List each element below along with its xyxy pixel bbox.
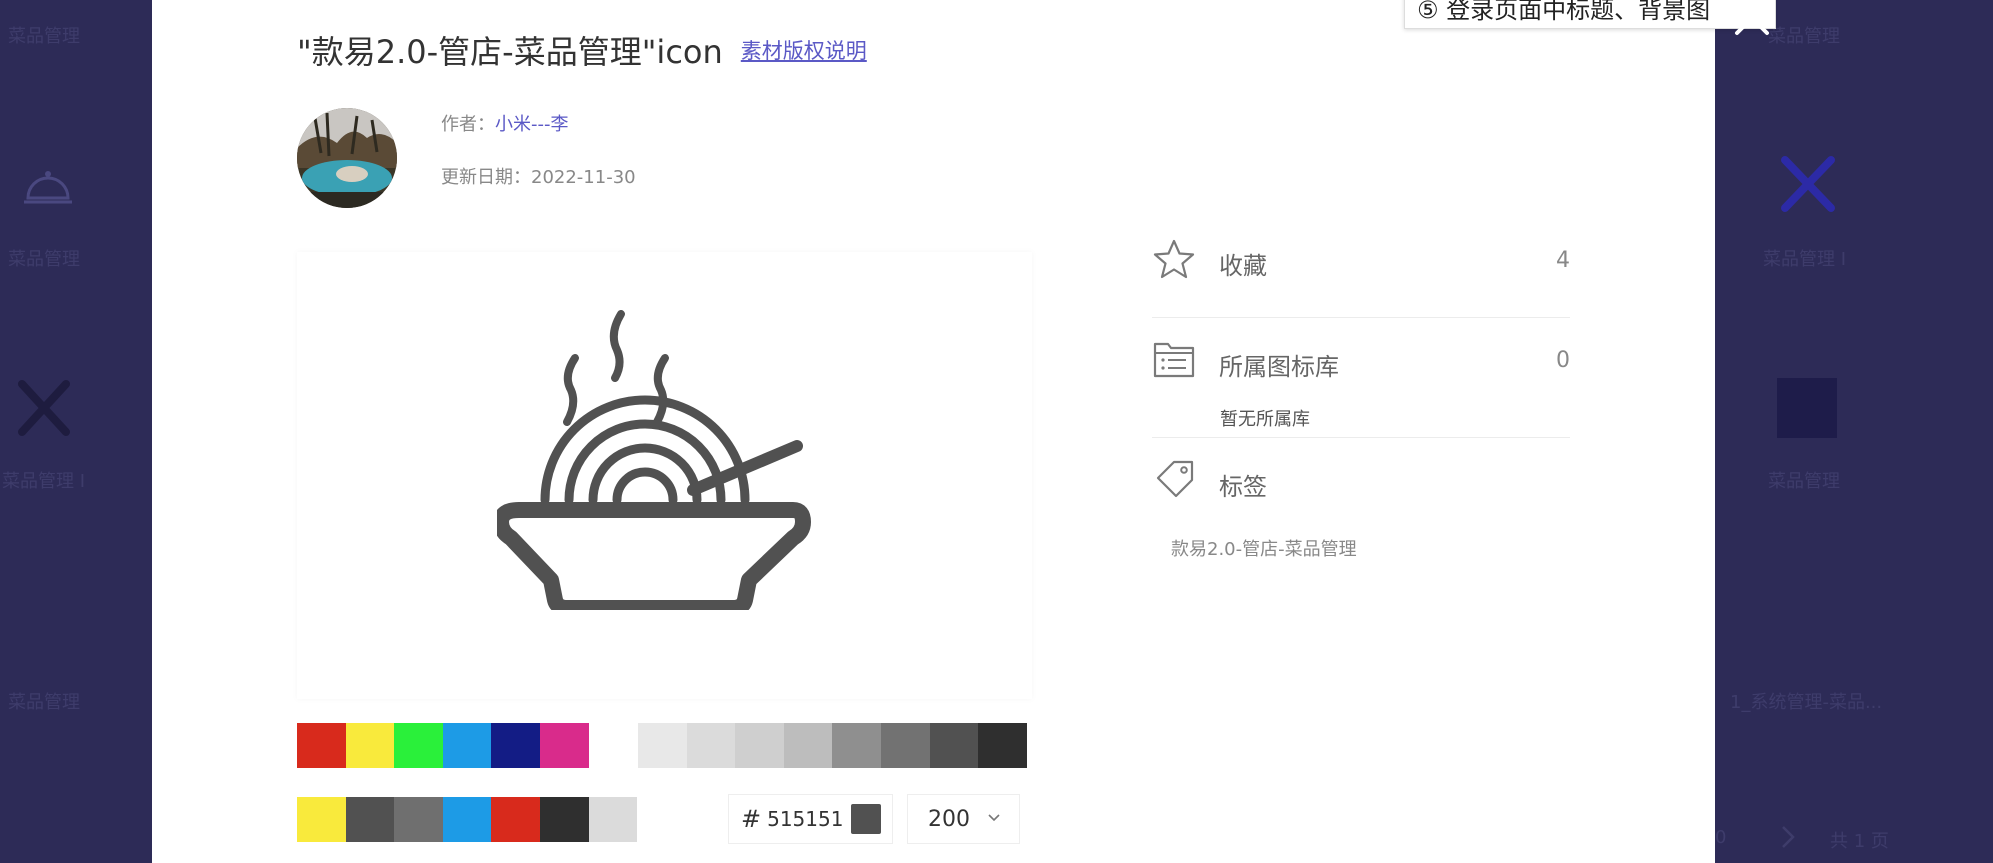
color-swatch[interactable] (735, 723, 784, 768)
date-label: 更新日期： (441, 167, 531, 188)
color-swatch[interactable] (345, 723, 395, 768)
fork-knife-icon (18, 380, 70, 436)
color-swatch[interactable] (394, 723, 443, 768)
author-name-link[interactable]: 小米---李 (495, 114, 569, 135)
divider (1152, 317, 1570, 318)
favorite-row[interactable]: 收藏 4 (1152, 238, 1570, 282)
background-page-left: 菜品管理 菜品管理 菜品管理 I 菜品管理 (0, 0, 152, 863)
library-label: 所属图标库 (1219, 353, 1339, 381)
favorite-count: 4 (1556, 248, 1570, 273)
color-swatch[interactable] (491, 797, 540, 842)
icon-title: "款易2.0-管店-菜品管理"icon (297, 33, 723, 71)
divider (1152, 437, 1570, 438)
chevron-down-icon (988, 814, 1000, 822)
color-swatch[interactable] (394, 797, 443, 842)
title-row: "款易2.0-管店-菜品管理"icon 素材版权说明 (297, 30, 867, 71)
size-select[interactable]: 200 (907, 794, 1020, 844)
floating-tooltip: ⑤ 登录页面中标题、背景图 (1404, 0, 1776, 29)
color-swatch[interactable] (539, 723, 589, 768)
copyright-link[interactable]: 素材版权说明 (741, 35, 867, 65)
bg-item-label: 菜品管理 (1768, 26, 1840, 47)
pager-total: 共 1 页 (1830, 831, 1889, 852)
noodle-bowl-icon (497, 310, 811, 610)
current-color-chip[interactable] (851, 804, 882, 834)
favorite-label: 收藏 (1219, 252, 1267, 280)
preset-colors-saturated (297, 723, 589, 768)
color-swatch[interactable] (929, 723, 979, 768)
fork-knife-icon (1781, 156, 1835, 212)
color-swatch[interactable] (978, 723, 1027, 768)
serving-cloche-icon (24, 171, 72, 204)
hex-color-input-box: # (728, 794, 893, 844)
recent-colors (297, 797, 638, 842)
hash-symbol: # (741, 805, 762, 833)
library-empty-text: 暂无所属库 (1220, 409, 1310, 430)
tag-icon (1156, 460, 1194, 498)
folder-list-icon (1153, 342, 1195, 378)
bg-item-label: 菜品管理 (8, 26, 80, 47)
tags-row: 标签 (1152, 458, 1570, 502)
color-swatch[interactable] (588, 797, 638, 842)
color-swatch[interactable] (442, 797, 492, 842)
bg-item-label: 1_系统管理-菜品... (1730, 692, 1883, 713)
color-swatch[interactable] (345, 797, 395, 842)
color-swatch[interactable] (638, 723, 687, 768)
author-label: 作者： (441, 114, 495, 135)
pager-prev[interactable]: 0 (1715, 827, 1726, 848)
chevron-right-icon[interactable] (1780, 824, 1796, 850)
color-swatch[interactable] (442, 723, 492, 768)
bg-item-label: 菜品管理 (8, 692, 80, 713)
bg-item-label: 菜品管理 (8, 249, 80, 270)
color-swatch[interactable] (539, 797, 589, 842)
bg-item-label: 菜品管理 I (1763, 249, 1847, 270)
close-icon[interactable] (1732, 0, 1772, 36)
color-swatch[interactable] (686, 723, 736, 768)
author-line: 作者：小米---李 (441, 110, 569, 136)
author-avatar[interactable] (297, 108, 397, 208)
hex-color-input[interactable] (767, 807, 846, 831)
color-swatch[interactable] (783, 723, 833, 768)
size-value: 200 (928, 806, 970, 832)
avatar-photo (297, 108, 397, 208)
tags-label: 标签 (1219, 473, 1267, 501)
color-swatch[interactable] (297, 723, 346, 768)
color-swatch[interactable] (491, 723, 540, 768)
preset-colors-grays (638, 723, 1027, 768)
background-page-right: 菜品管理 菜品管理 I 菜品管理 1_系统管理-菜品... 0 共 1 页 (1715, 0, 1993, 863)
date-value: 2022-11-30 (531, 167, 636, 188)
bg-item-label: 菜品管理 (1768, 471, 1840, 492)
library-row: 所属图标库 0 (1152, 338, 1570, 382)
library-count: 0 (1556, 348, 1570, 373)
icon-detail-modal: "款易2.0-管店-菜品管理"icon 素材版权说明 作者：小米---李 更新日… (152, 0, 1776, 863)
square-icon (1777, 378, 1837, 438)
icon-preview (297, 252, 1032, 699)
color-swatch[interactable] (880, 723, 930, 768)
tag-item[interactable]: 款易2.0-管店-菜品管理 (1171, 535, 1357, 561)
bg-item-label: 菜品管理 I (2, 471, 86, 492)
color-swatch[interactable] (832, 723, 881, 768)
star-icon (1153, 239, 1195, 279)
color-swatch[interactable] (297, 797, 346, 842)
update-date-line: 更新日期：2022-11-30 (441, 163, 636, 189)
